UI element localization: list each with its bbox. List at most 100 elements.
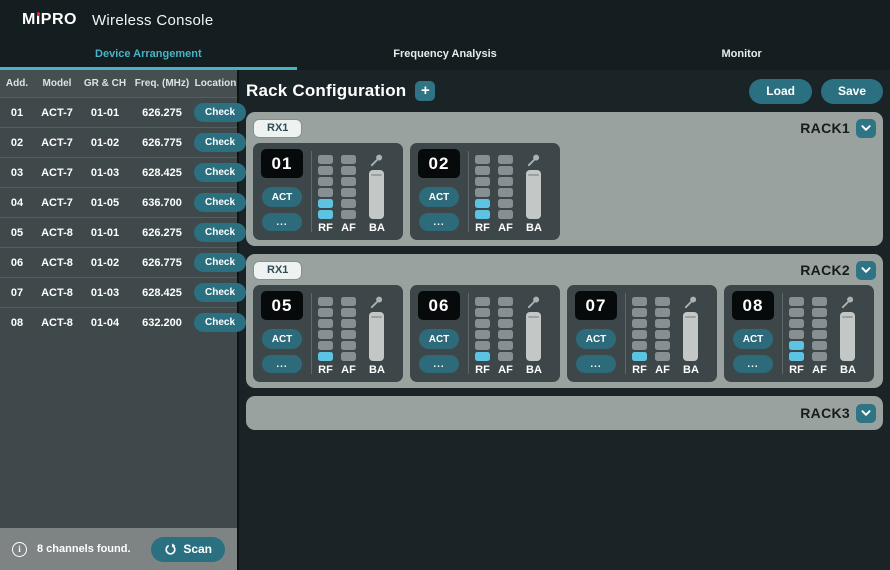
cell-freq: 626.775 [130, 257, 194, 269]
rf-meter [789, 297, 804, 361]
logo-part: M [22, 11, 36, 29]
channel-number: 02 [418, 149, 460, 178]
logo-i-reddot: ı [36, 11, 41, 29]
cell-address: 03 [0, 167, 34, 179]
col-freq: Freq. (MHz) [130, 78, 194, 89]
rf-meter [475, 297, 490, 361]
save-button[interactable]: Save [821, 79, 883, 104]
microphone-icon [369, 152, 384, 168]
cell-model: ACT-8 [34, 257, 80, 269]
card-divider [782, 293, 783, 374]
rack-panel-rack3: RACK3 [246, 396, 883, 430]
cell-model: ACT-7 [34, 167, 80, 179]
more-options-button[interactable]: ... [262, 213, 302, 231]
af-meter [655, 297, 670, 361]
table-row: 02 ACT-7 01-02 626.775 Check [0, 127, 237, 157]
af-meter [812, 297, 827, 361]
more-options-button[interactable]: ... [419, 213, 459, 231]
rf-label: RF [789, 364, 804, 376]
rf-label: RF [632, 364, 647, 376]
act-button[interactable]: ACT [262, 187, 302, 207]
act-button[interactable]: ACT [733, 329, 773, 349]
cell-address: 04 [0, 197, 34, 209]
table-row: 03 ACT-7 01-03 628.425 Check [0, 157, 237, 187]
table-row: 04 ACT-7 01-05 636.700 Check [0, 187, 237, 217]
more-options-button[interactable]: ... [262, 355, 302, 373]
sidebar-status-bar: 8 channels found. Scan [0, 528, 239, 570]
cell-grch: 01-01 [80, 107, 130, 119]
rf-meter [318, 297, 333, 361]
tab-frequency-analysis[interactable]: Frequency Analysis [297, 40, 594, 70]
card-divider [468, 151, 469, 232]
cell-freq: 632.200 [130, 317, 194, 329]
chevron-down-icon [860, 122, 872, 134]
receiver-tag[interactable]: RX1 [253, 261, 302, 280]
load-button[interactable]: Load [749, 79, 812, 104]
rack-configuration-area: Rack Configuration + Load Save RX1 RACK1… [239, 70, 890, 570]
rf-label: RF [475, 364, 490, 376]
cell-model: ACT-7 [34, 197, 80, 209]
rack-name: RACK3 [800, 405, 850, 421]
battery-label: BA [840, 364, 856, 376]
af-meter [341, 155, 356, 219]
rf-meter [475, 155, 490, 219]
cell-grch: 01-05 [80, 197, 130, 209]
cell-address: 07 [0, 287, 34, 299]
battery-level [840, 312, 855, 361]
rack-header: RACK3 [253, 401, 876, 425]
table-row: 05 ACT-8 01-01 626.275 Check [0, 217, 237, 247]
battery-level [369, 312, 384, 361]
table-row: 07 ACT-8 01-03 628.425 Check [0, 277, 237, 307]
more-options-button[interactable]: ... [419, 355, 459, 373]
af-label: AF [655, 364, 670, 376]
chevron-down-icon [860, 407, 872, 419]
table-header: Add. Model GR & CH Freq. (MHz) Location [0, 70, 237, 97]
act-button[interactable]: ACT [419, 329, 459, 349]
microphone-icon [526, 294, 541, 310]
battery-level [369, 170, 384, 219]
microphone-icon [683, 294, 698, 310]
collapse-rack-button[interactable] [856, 119, 876, 138]
channel-number: 07 [575, 291, 617, 320]
af-meter [498, 297, 513, 361]
rack-panel-rack2: RX1 RACK2 05 ACT ... RF [246, 254, 883, 388]
battery-level [683, 312, 698, 361]
act-button[interactable]: ACT [262, 329, 302, 349]
channel-number: 01 [261, 149, 303, 178]
more-options-button[interactable]: ... [576, 355, 616, 373]
receiver-tag[interactable]: RX1 [253, 119, 302, 138]
card-divider [311, 293, 312, 374]
scan-button-label: Scan [183, 542, 212, 556]
add-rack-button[interactable]: + [415, 81, 435, 101]
af-meter [498, 155, 513, 219]
card-divider [468, 293, 469, 374]
rf-meter [318, 155, 333, 219]
col-grch: GR & CH [80, 78, 130, 89]
act-button[interactable]: ACT [419, 187, 459, 207]
more-options-button[interactable]: ... [733, 355, 773, 373]
device-card: 05 ACT ... RF [253, 285, 403, 382]
cell-model: ACT-7 [34, 137, 80, 149]
cell-grch: 01-02 [80, 257, 130, 269]
act-button[interactable]: ACT [576, 329, 616, 349]
tab-device-arrangement[interactable]: Device Arrangement [0, 40, 297, 70]
cell-address: 01 [0, 107, 34, 119]
rack-header: RX1 RACK2 [253, 258, 876, 282]
cell-address: 02 [0, 137, 34, 149]
battery-label: BA [683, 364, 699, 376]
channel-number: 08 [732, 291, 774, 320]
rack-panel-rack1: RX1 RACK1 01 ACT ... RF [246, 112, 883, 246]
device-card: 02 ACT ... RF [410, 143, 560, 240]
expand-rack-button[interactable] [856, 404, 876, 423]
rescan-icon [164, 543, 177, 556]
scan-button[interactable]: Scan [151, 537, 225, 562]
cell-address: 05 [0, 227, 34, 239]
collapse-rack-button[interactable] [856, 261, 876, 280]
rf-label: RF [318, 364, 333, 376]
card-divider [311, 151, 312, 232]
cell-model: ACT-8 [34, 317, 80, 329]
microphone-icon [840, 294, 855, 310]
tab-monitor[interactable]: Monitor [593, 40, 890, 70]
tab-bar: Device Arrangement Frequency Analysis Mo… [0, 40, 890, 70]
main-header: Rack Configuration + Load Save [246, 70, 883, 112]
